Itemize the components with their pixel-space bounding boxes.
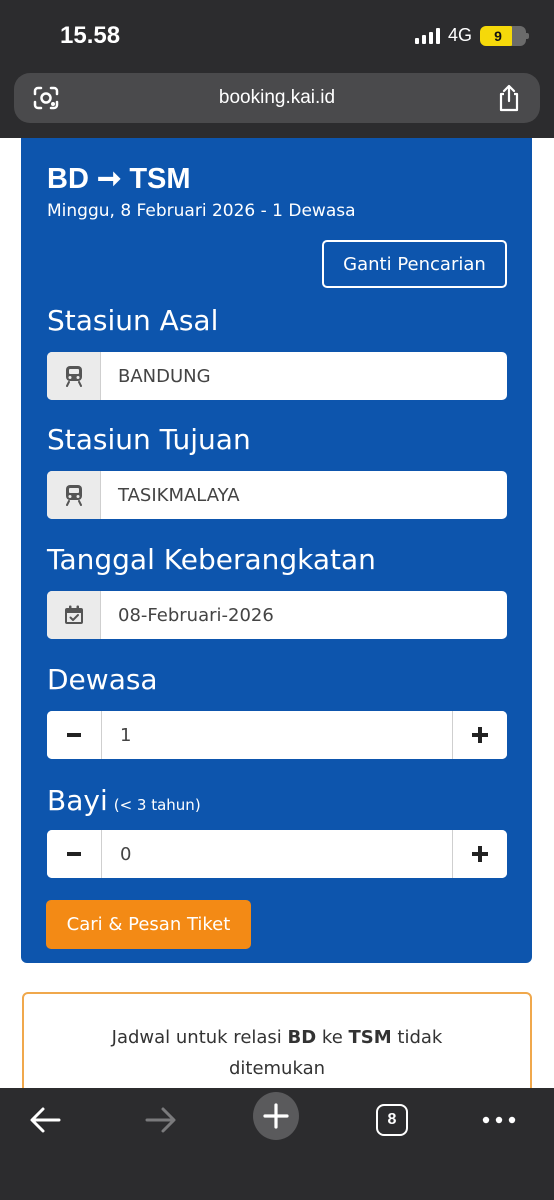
date-label: Tanggal Keberangkatan — [47, 543, 376, 576]
route-destination-code: TSM — [129, 163, 191, 195]
plus-icon — [472, 727, 488, 743]
destination-input[interactable]: TASIKMALAYA — [101, 471, 507, 519]
adult-count-input[interactable]: 1 — [102, 711, 452, 759]
browser-bottom-toolbar: 8 — [0, 1088, 554, 1200]
infant-decrement-button[interactable] — [47, 830, 102, 878]
infant-label-text: Bayi — [47, 784, 108, 817]
notice-text: Jadwal untuk relasi BD ke TSM tidak dite… — [64, 1022, 490, 1084]
infant-label: Bayi (< 3 tahun) — [47, 784, 201, 817]
search-book-button[interactable]: Cari & Pesan Tiket — [46, 900, 251, 949]
route-arrow-icon: ➞ — [96, 163, 122, 195]
browser-top-chrome: 15.58 4G 9 booking.kai.id — [0, 0, 554, 138]
infant-age-note: (< 3 tahun) — [113, 796, 201, 814]
date-input[interactable]: 08-Februari-2026 — [101, 591, 507, 639]
plus-icon — [253, 1092, 299, 1140]
adult-stepper: 1 — [47, 711, 507, 759]
notice-middle: ke — [316, 1027, 349, 1048]
url-text: booking.kai.id — [218, 87, 336, 108]
route-title: BD ➞ TSM — [47, 161, 191, 196]
adult-increment-button[interactable] — [452, 711, 507, 759]
new-tab-button[interactable] — [253, 1092, 299, 1140]
signal-icon — [414, 27, 440, 44]
plus-icon — [472, 846, 488, 862]
notice-destination: TSM — [348, 1027, 392, 1048]
page-content: BD ➞ TSM Minggu, 8 Februari 2026 - 1 Dew… — [0, 138, 554, 1088]
more-menu-button[interactable] — [476, 1100, 522, 1140]
status-time: 15.58 — [60, 22, 121, 49]
train-icon — [47, 352, 101, 400]
minus-icon — [67, 733, 81, 737]
tab-switcher-button[interactable]: 8 — [369, 1100, 415, 1140]
network-type: 4G — [447, 25, 472, 45]
destination-field[interactable]: TASIKMALAYA — [47, 471, 507, 519]
destination-label: Stasiun Tujuan — [47, 423, 251, 456]
arrow-right-icon — [145, 1107, 176, 1133]
notice-prefix: Jadwal untuk relasi — [111, 1027, 288, 1048]
train-icon — [47, 471, 101, 519]
search-card: BD ➞ TSM Minggu, 8 Februari 2026 - 1 Dew… — [21, 138, 532, 963]
infant-stepper: 0 — [47, 830, 507, 878]
adult-label: Dewasa — [47, 663, 158, 696]
date-field[interactable]: 08-Februari-2026 — [47, 591, 507, 639]
battery-icon: 9 — [480, 25, 529, 46]
back-button[interactable] — [22, 1100, 68, 1140]
calendar-check-icon — [47, 591, 101, 639]
no-schedule-notice: Jadwal untuk relasi BD ke TSM tidak dite… — [22, 992, 532, 1088]
trip-info: Minggu, 8 Februari 2026 - 1 Dewasa — [47, 201, 356, 221]
notice-origin: BD — [287, 1027, 317, 1048]
battery-level: 9 — [494, 27, 502, 44]
route-origin-code: BD — [47, 163, 89, 195]
more-dots-icon — [482, 1116, 516, 1124]
forward-button[interactable] — [138, 1100, 184, 1140]
adult-decrement-button[interactable] — [47, 711, 102, 759]
status-indicators: 4G 9 — [414, 25, 529, 46]
share-icon[interactable] — [496, 83, 522, 113]
address-bar[interactable]: booking.kai.id — [14, 73, 540, 123]
minus-icon — [67, 852, 81, 856]
origin-input[interactable]: BANDUNG — [101, 352, 507, 400]
change-search-button[interactable]: Ganti Pencarian — [322, 240, 507, 288]
infant-increment-button[interactable] — [452, 830, 507, 878]
infant-count-input[interactable]: 0 — [102, 830, 452, 878]
origin-label: Stasiun Asal — [47, 304, 219, 337]
origin-field[interactable]: BANDUNG — [47, 352, 507, 400]
tab-count: 8 — [376, 1104, 408, 1136]
arrow-left-icon — [30, 1107, 61, 1133]
